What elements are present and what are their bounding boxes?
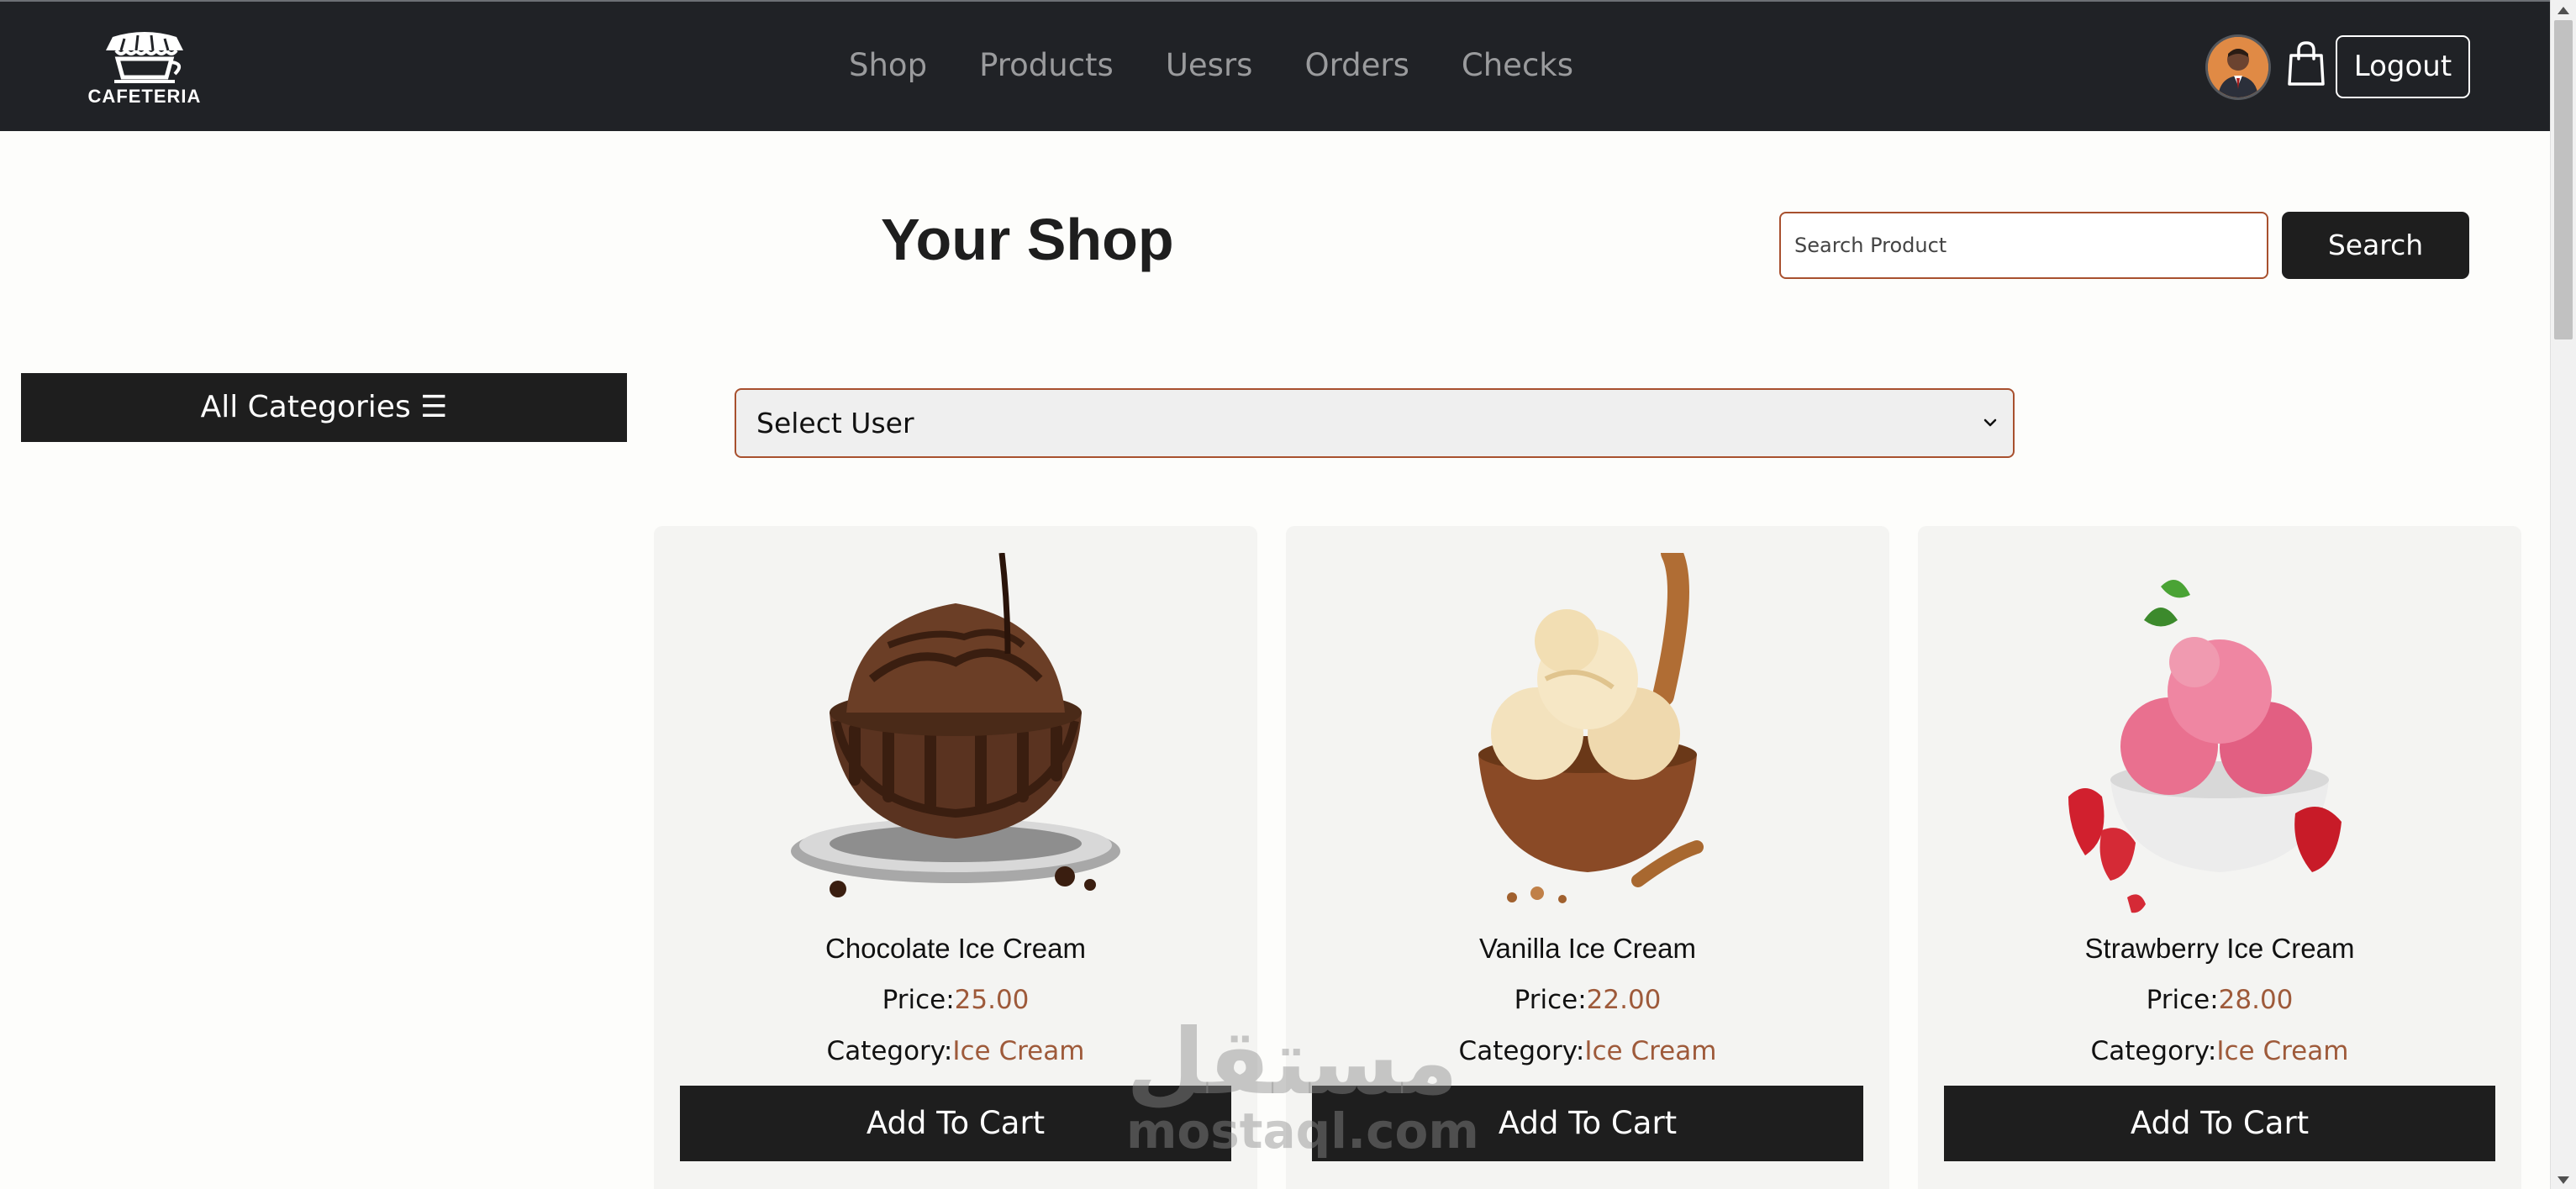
category-label: Category: [1458, 1036, 1585, 1066]
page-title: Your Shop [881, 207, 1174, 272]
price-value: 28.00 [2218, 985, 2294, 1015]
app-root: CAFETERIA Shop Products Uesrs Orders Che… [0, 0, 2576, 1189]
price-value: 25.00 [954, 985, 1030, 1015]
chocolate-ice-cream-image [788, 553, 1124, 914]
search-input[interactable] [1779, 212, 2268, 279]
product-name: Strawberry Ice Cream [2084, 933, 2355, 964]
product-category: Category:Ice Cream [1918, 1036, 2521, 1066]
scroll-up-arrow-icon[interactable] [2558, 7, 2569, 14]
logout-button[interactable]: Logout [2336, 35, 2470, 98]
add-to-cart-button[interactable]: Add To Cart [1312, 1086, 1863, 1161]
brand-name: CAFETERIA [87, 86, 202, 107]
user-avatar[interactable] [2205, 34, 2271, 100]
scroll-down-arrow-icon[interactable] [2558, 1176, 2569, 1184]
add-to-cart-button[interactable]: Add To Cart [680, 1086, 1231, 1161]
product-category: Category:Ice Cream [1286, 1036, 1889, 1066]
nav-link-users[interactable]: Uesrs [1166, 40, 1253, 91]
price-label: Price: [1514, 985, 1587, 1015]
nav-link-shop[interactable]: Shop [849, 40, 927, 91]
product-name: Vanilla Ice Cream [1479, 933, 1696, 964]
vanilla-ice-cream-image [1420, 553, 1756, 914]
category-label: Category: [2090, 1036, 2217, 1066]
search-button[interactable]: Search [2282, 212, 2469, 279]
product-name: Chocolate Ice Cream [825, 933, 1086, 964]
category-value: Ice Cream [2216, 1036, 2349, 1066]
vertical-scrollbar[interactable] [2550, 0, 2576, 1189]
price-value: 22.00 [1586, 985, 1662, 1015]
brand-logo[interactable]: CAFETERIA [72, 25, 217, 109]
product-price: Price:28.00 [1918, 985, 2521, 1015]
cafe-awning-cup-icon [106, 32, 183, 83]
user-select-value: Select User [756, 407, 914, 439]
product-card: Strawberry Ice Cream Price:28.00 Categor… [1918, 526, 2521, 1189]
price-label: Price: [882, 985, 955, 1015]
strawberry-ice-cream-image [2052, 553, 2388, 914]
price-label: Price: [2146, 985, 2219, 1015]
chevron-down-icon [1983, 418, 1997, 427]
nav-link-checks[interactable]: Checks [1462, 40, 1573, 91]
product-price: Price:22.00 [1286, 985, 1889, 1015]
product-card: Vanilla Ice Cream Price:22.00 Category:I… [1286, 526, 1889, 1189]
user-select[interactable]: Select User [735, 388, 2015, 458]
avatar-image [2208, 37, 2268, 97]
nav-link-orders[interactable]: Orders [1304, 40, 1409, 91]
product-category: Category:Ice Cream [654, 1036, 1257, 1066]
nav-link-products[interactable]: Products [979, 40, 1114, 91]
shopping-bag-icon[interactable] [2286, 40, 2326, 87]
product-card: Chocolate Ice Cream Price:25.00 Category… [654, 526, 1257, 1189]
all-categories-button[interactable]: All Categories ☰ [21, 373, 627, 442]
product-price: Price:25.00 [654, 985, 1257, 1015]
add-to-cart-button[interactable]: Add To Cart [1944, 1086, 2495, 1161]
top-navbar: CAFETERIA Shop Products Uesrs Orders Che… [0, 0, 2550, 131]
category-value: Ice Cream [952, 1036, 1085, 1066]
category-label: Category: [826, 1036, 953, 1066]
category-value: Ice Cream [1584, 1036, 1717, 1066]
scrollbar-thumb[interactable] [2554, 20, 2573, 339]
main-nav: Shop Products Uesrs Orders Checks [849, 40, 1573, 91]
